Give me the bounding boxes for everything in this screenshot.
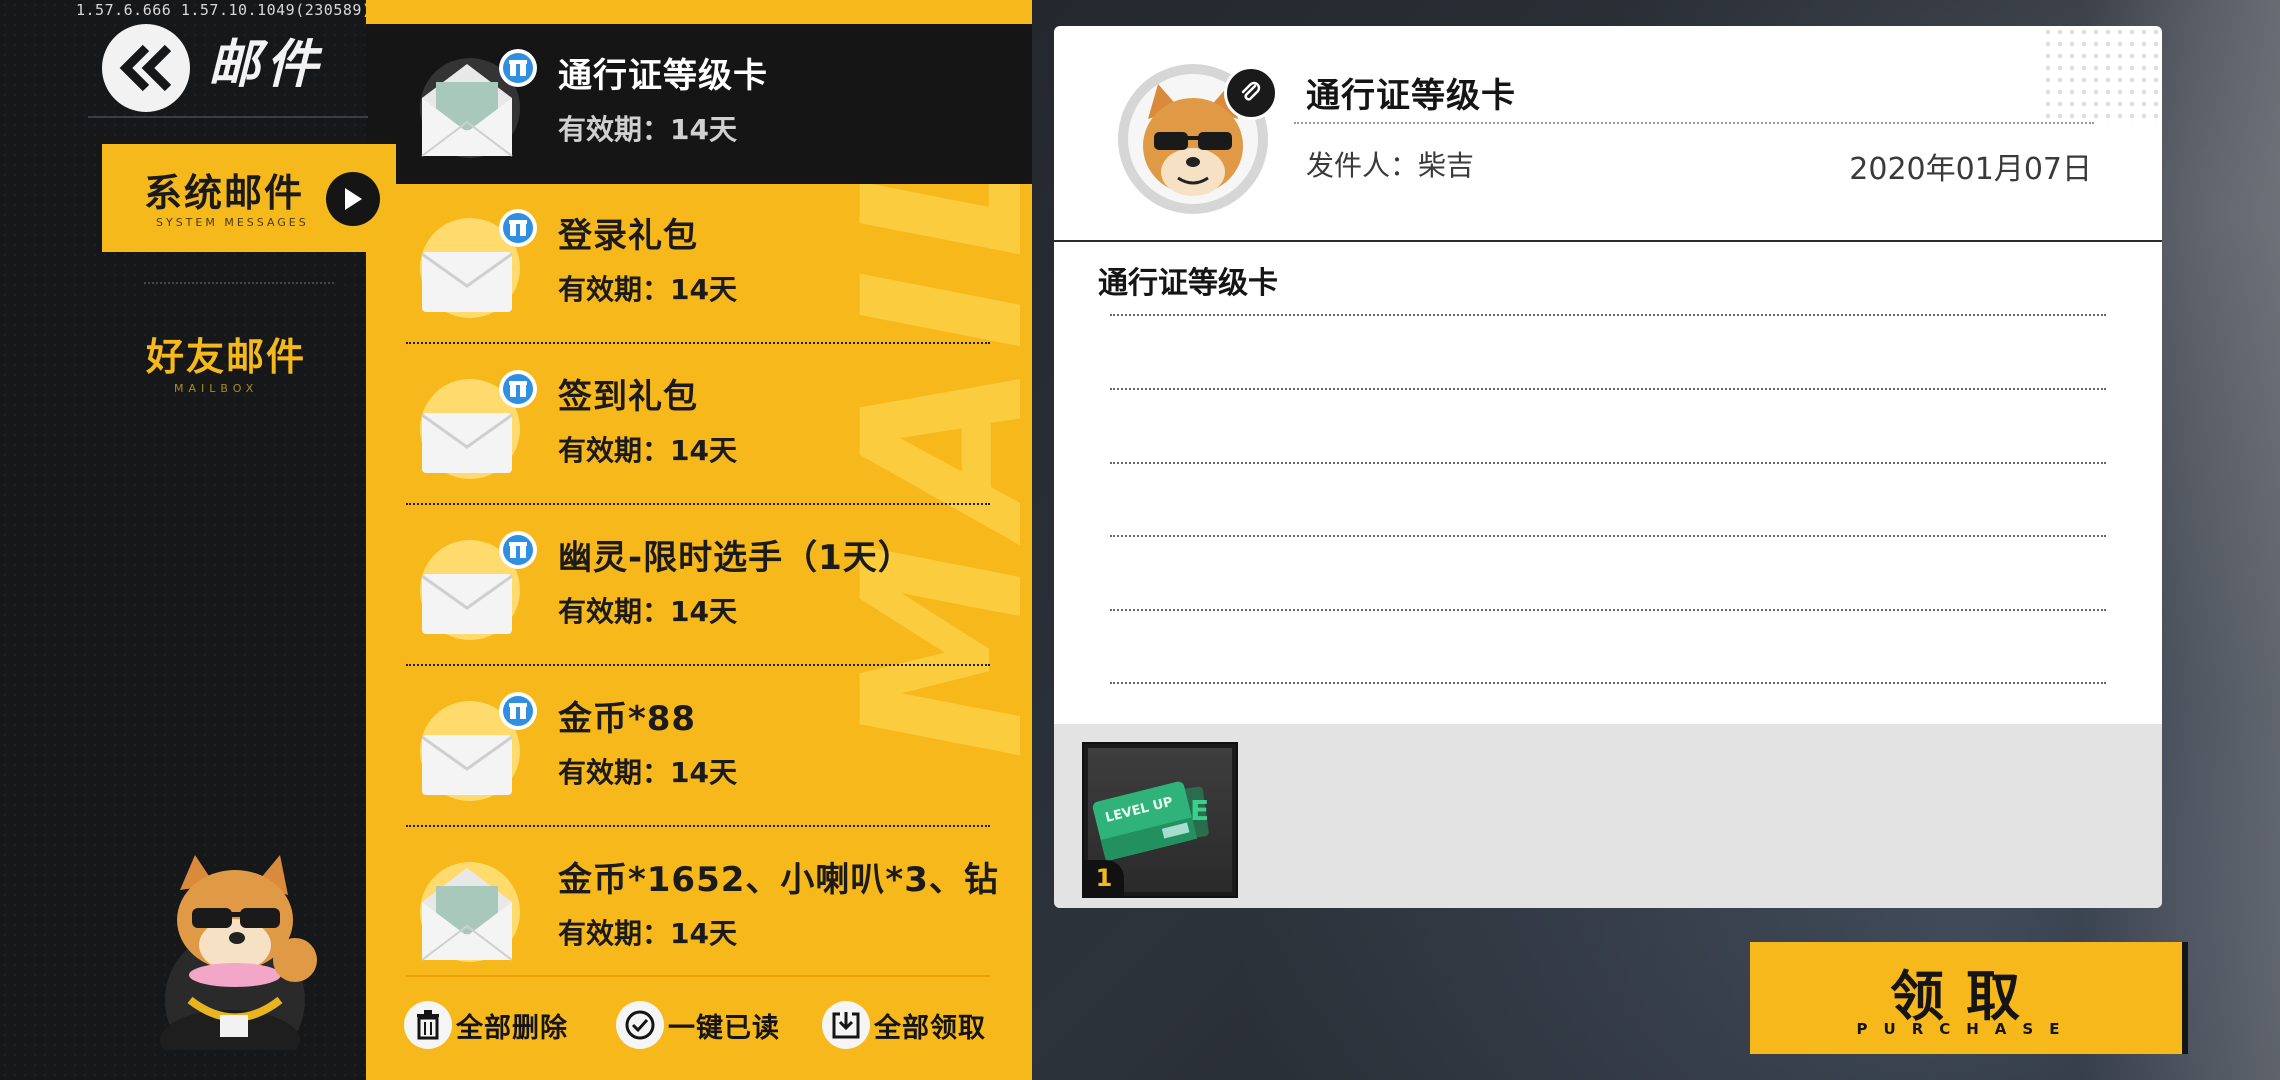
- mail-expiry: 有效期：14天: [558, 113, 737, 146]
- gift-badge-icon: [499, 49, 537, 87]
- nav-separator: [144, 282, 334, 284]
- attachment-area: LEVEL UP E 1: [1054, 724, 2162, 908]
- mail-item[interactable]: 金币*1652、小喇叭*3、钻 有效期：14天: [366, 828, 1032, 988]
- mail-name: 登录礼包: [558, 216, 698, 256]
- claim-sublabel: PURCHASE: [1856, 1020, 2076, 1038]
- body-text: 通行证等级卡: [1098, 266, 1278, 301]
- row-divider: [406, 825, 990, 827]
- envelope-icon: [410, 209, 537, 322]
- gift-badge-icon: [499, 209, 537, 247]
- mail-name: 签到礼包: [558, 377, 698, 417]
- mail-date: 2020年01月07日: [1849, 152, 2092, 187]
- title-divider: [88, 116, 368, 118]
- mail-expiry: 有效期：14天: [558, 595, 737, 628]
- mail-toolbar: 全部删除 一键已读 全部领取: [366, 975, 1032, 1075]
- opened-envelope-icon: [410, 49, 537, 162]
- row-divider: [406, 342, 990, 344]
- mail-name: 金币*1652、小喇叭*3、钻: [558, 860, 999, 900]
- shiba-mascot-icon: [160, 855, 317, 1050]
- attachment-quantity: 1: [1084, 860, 1124, 896]
- nav-friend-mail[interactable]: 好友邮件 MAILBOX: [102, 326, 362, 396]
- row-divider: [406, 503, 990, 505]
- body-rule: [1110, 682, 2106, 684]
- mail-name: 幽灵-限时选手（1天）: [558, 538, 913, 578]
- trash-icon: [404, 1001, 452, 1049]
- envelope-icon: [410, 531, 537, 644]
- nav-friend-label: 好友邮件: [146, 335, 307, 379]
- mail-expiry: 有效期：14天: [558, 273, 737, 306]
- opened-envelope-icon: [410, 856, 524, 966]
- gift-badge-icon: [499, 370, 537, 408]
- delete-all-button[interactable]: 全部删除: [404, 995, 568, 1055]
- attachment-badge: E: [1190, 794, 1209, 827]
- body-rule: [1110, 535, 2106, 537]
- mail-item[interactable]: 签到礼包 有效期：14天: [366, 345, 1032, 505]
- double-chevron-left-icon: [119, 44, 172, 92]
- row-divider: [406, 664, 990, 666]
- envelope-icon: [410, 692, 537, 805]
- page-title: 邮件: [208, 35, 325, 95]
- toolbar-divider: [406, 975, 990, 977]
- claim-button[interactable]: 领取 PURCHASE: [1750, 942, 2182, 1054]
- sender-avatar: [1118, 64, 1278, 214]
- mail-item[interactable]: 金币*88 有效期：14天: [366, 667, 1032, 827]
- attachment-clip-icon: [1224, 66, 1278, 120]
- mail-item[interactable]: 幽灵-限时选手（1天） 有效期：14天: [366, 506, 1032, 666]
- body-rule: [1110, 462, 2106, 464]
- nav-system-sublabel: SYSTEM MESSAGES: [156, 216, 309, 229]
- mail-expiry: 有效期：14天: [558, 917, 737, 950]
- claim-all-label: 全部领取: [874, 1012, 986, 1044]
- claim-all-button[interactable]: 全部领取: [822, 995, 986, 1055]
- check-circle-icon: [616, 1001, 664, 1049]
- mail-list-panel: MAIL 通行证等级卡 有效期：14天 登录礼包 有效期：14天 签到礼包 有效…: [366, 0, 1032, 1080]
- body-rule: [1110, 609, 2106, 611]
- nav-system-messages[interactable]: 系统邮件 SYSTEM MESSAGES: [102, 144, 396, 252]
- read-all-label: 一键已读: [668, 1012, 780, 1044]
- mail-item[interactable]: 通行证等级卡 有效期：14天: [366, 24, 1032, 184]
- attachment-item[interactable]: LEVEL UP E 1: [1082, 742, 1238, 898]
- mail-name: 通行证等级卡: [558, 56, 768, 96]
- body-rule: [1110, 314, 2106, 316]
- download-box-icon: [822, 1001, 870, 1049]
- mail-name: 金币*88: [558, 699, 697, 739]
- read-all-button[interactable]: 一键已读: [616, 995, 780, 1055]
- delete-all-label: 全部删除: [456, 1012, 568, 1044]
- gift-badge-icon: [499, 692, 537, 730]
- play-icon: [326, 172, 380, 226]
- body-rule: [1110, 388, 2106, 390]
- back-button[interactable]: [102, 24, 190, 112]
- nav-system-label: 系统邮件: [144, 171, 305, 215]
- mail-item[interactable]: 登录礼包 有效期：14天: [366, 184, 1032, 344]
- gift-badge-icon: [499, 531, 537, 569]
- nav-friend-sublabel: MAILBOX: [174, 382, 259, 395]
- envelope-icon: [410, 370, 537, 483]
- title-dotted-rule: [1294, 122, 2094, 124]
- mail-expiry: 有效期：14天: [558, 756, 737, 789]
- mail-expiry: 有效期：14天: [558, 434, 737, 467]
- sender-name: 发件人：柴吉: [1306, 149, 1475, 182]
- header-divider: [1054, 240, 2162, 242]
- decorative-dots: [2042, 26, 2162, 126]
- detail-title: 通行证等级卡: [1306, 76, 1516, 116]
- mail-detail-card: 通行证等级卡 发件人：柴吉 2020年01月07日 通行证等级卡 LEVEL U…: [1054, 26, 2162, 908]
